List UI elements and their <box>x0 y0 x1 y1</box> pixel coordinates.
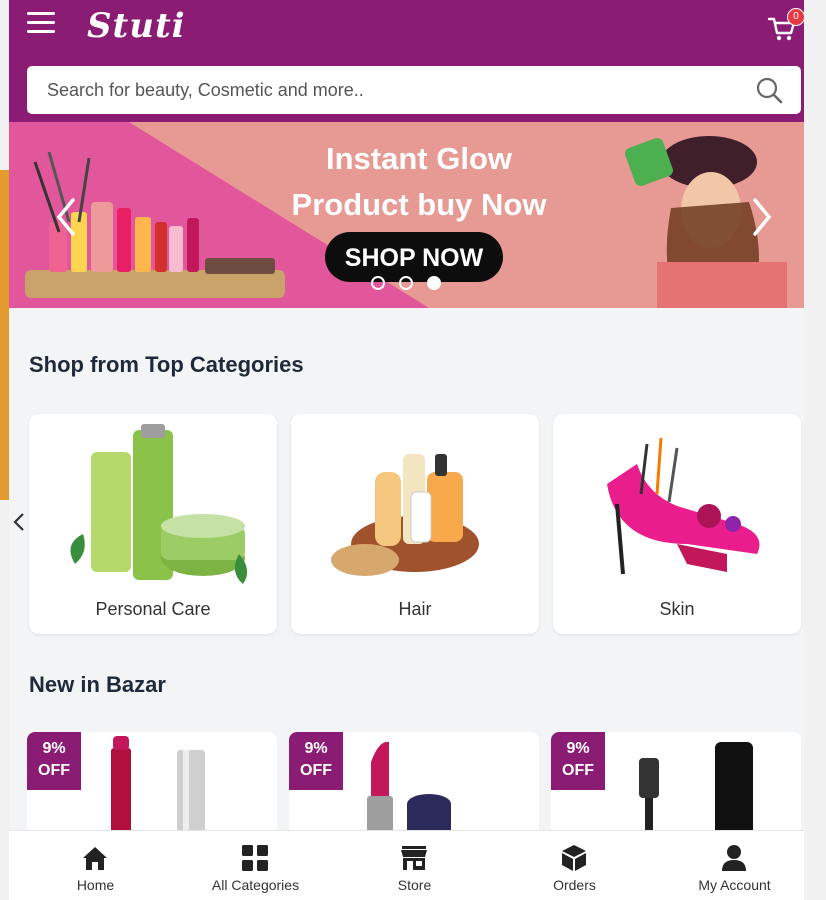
nav-label: Home <box>76 877 115 893</box>
discount-off-label: OFF <box>38 762 70 779</box>
category-card-personal-care[interactable]: Personal Care <box>29 414 277 634</box>
cart-count-badge: 0 <box>787 8 804 26</box>
chevron-left-icon[interactable] <box>51 194 81 240</box>
search-icon[interactable] <box>755 76 783 104</box>
banner-headline: Instant Glow Product buy Now <box>269 136 569 228</box>
grid-icon <box>242 845 268 871</box>
shop-now-button[interactable]: SHOP NOW <box>325 232 503 282</box>
discount-value: 9% <box>304 740 328 757</box>
chevron-left-icon[interactable] <box>11 510 27 534</box>
category-card-skin[interactable]: Skin <box>553 414 801 634</box>
category-card-hair[interactable]: Hair <box>291 414 539 634</box>
discount-badge: 9% OFF <box>551 732 605 790</box>
store-icon <box>401 846 427 870</box>
nav-label: All Categories <box>211 877 300 893</box>
nav-home[interactable]: Home <box>16 831 175 900</box>
banner-line-2: Product buy Now <box>291 187 547 222</box>
category-label: Skin <box>659 599 695 619</box>
discount-badge: 9% OFF <box>27 732 81 790</box>
nav-label: Orders <box>553 877 596 893</box>
home-icon <box>83 847 107 870</box>
menu-icon-bar <box>27 30 55 33</box>
banner-line-1: Instant Glow <box>326 141 512 176</box>
nav-store[interactable]: Store <box>335 831 494 900</box>
nav-label: Store <box>397 877 432 893</box>
box-icon <box>562 845 586 871</box>
lipstick-image <box>367 741 451 842</box>
app-frame: Stuti 0 Search for beauty, Cosmetic and … <box>9 0 804 900</box>
nav-label: My Account <box>698 877 771 893</box>
top-categories-title: Shop from Top Categories <box>29 352 304 377</box>
mascara-image <box>639 742 753 842</box>
carousel-dots <box>371 276 441 290</box>
orange-strip <box>0 170 9 500</box>
nav-all-categories[interactable]: All Categories <box>176 831 335 900</box>
discount-value: 9% <box>42 740 66 757</box>
discount-off-label: OFF <box>300 762 332 779</box>
search-bar <box>27 66 801 114</box>
nav-my-account[interactable]: My Account <box>655 831 804 900</box>
product-card[interactable]: 9% OFF <box>551 732 801 842</box>
menu-icon-bar <box>27 12 55 15</box>
menu-icon-bar <box>27 21 55 24</box>
carousel-dot-active[interactable] <box>427 276 441 290</box>
chevron-right-icon[interactable] <box>747 194 777 240</box>
menu-button[interactable] <box>27 12 55 36</box>
header: Stuti 0 <box>9 0 804 122</box>
carousel-dot[interactable] <box>399 276 413 290</box>
hair-image <box>331 454 479 576</box>
promo-banner[interactable]: Instant Glow Product buy Now SHOP NOW <box>9 122 804 308</box>
product-card[interactable]: 9% OFF <box>27 732 277 842</box>
category-label: Hair <box>398 599 432 619</box>
nav-orders[interactable]: Orders <box>495 831 654 900</box>
discount-value: 9% <box>566 740 590 757</box>
new-in-bazar-title: New in Bazar <box>29 672 166 697</box>
lipstick-image <box>111 736 205 842</box>
chevron-right-icon[interactable] <box>803 510 804 534</box>
cart-button[interactable]: 0 <box>767 8 804 42</box>
left-background-strip <box>0 0 9 900</box>
discount-off-label: OFF <box>562 762 594 779</box>
carousel-dot[interactable] <box>371 276 385 290</box>
bottom-navigation: Home All Categories Store Orders My Acco… <box>9 830 804 900</box>
user-icon <box>722 845 746 871</box>
skin-image <box>607 437 760 575</box>
products-row: 9% OFF 9% OFF 9% OFF <box>27 732 802 842</box>
search-input[interactable] <box>45 78 755 102</box>
categories-row: Personal Care Hair Skin <box>29 414 801 636</box>
discount-badge: 9% OFF <box>289 732 343 790</box>
product-card[interactable]: 9% OFF <box>289 732 539 842</box>
logo[interactable]: Stuti <box>87 6 186 46</box>
scrollbar[interactable] <box>803 0 826 900</box>
personal-care-image <box>70 424 248 584</box>
category-label: Personal Care <box>95 599 211 619</box>
